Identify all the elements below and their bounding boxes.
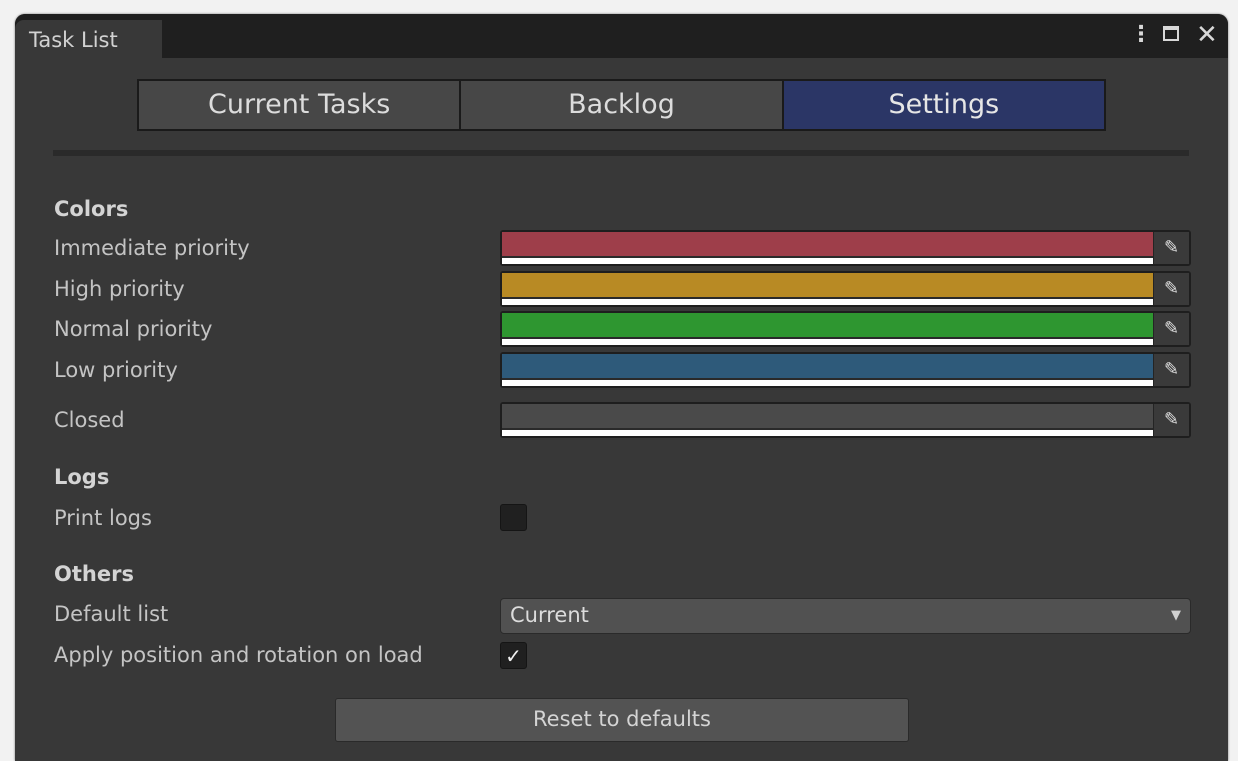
default-list-label: Default list <box>54 602 169 626</box>
eyedropper-icon[interactable]: ✎ <box>1153 232 1189 264</box>
others-header: Others <box>54 562 134 586</box>
color-swatch[interactable] <box>502 232 1154 256</box>
normal-priority-color-field[interactable]: ✎ <box>500 311 1191 347</box>
eyedropper-icon[interactable]: ✎ <box>1153 404 1189 436</box>
title-bar: Task List ⋮ ✕ <box>15 14 1228 58</box>
apply-position-label: Apply position and rotation on load <box>54 643 423 667</box>
alpha-bar <box>502 339 1154 345</box>
normal-priority-label: Normal priority <box>54 317 213 341</box>
alpha-bar <box>502 430 1154 436</box>
maximize-icon[interactable] <box>1163 26 1185 48</box>
alpha-bar <box>502 258 1154 264</box>
color-swatch[interactable] <box>502 354 1154 378</box>
divider <box>53 150 1189 156</box>
low-priority-label: Low priority <box>54 358 178 382</box>
low-priority-color-field[interactable]: ✎ <box>500 352 1191 388</box>
color-swatch[interactable] <box>502 273 1154 297</box>
view-toolbar: Current Tasks Backlog Settings <box>137 79 1106 131</box>
more-options-icon[interactable]: ⋮ <box>1130 20 1152 50</box>
alpha-bar <box>502 299 1154 305</box>
apply-position-checkbox[interactable]: ✓ <box>500 642 527 669</box>
immediate-priority-color-field[interactable]: ✎ <box>500 230 1191 266</box>
chevron-down-icon: ▼ <box>1171 608 1181 623</box>
closed-color-field[interactable]: ✎ <box>500 402 1191 438</box>
tab-current-tasks[interactable]: Current Tasks <box>139 81 462 129</box>
eyedropper-icon[interactable]: ✎ <box>1153 273 1189 305</box>
eyedropper-icon[interactable]: ✎ <box>1153 313 1189 345</box>
reset-to-defaults-button[interactable]: Reset to defaults <box>335 698 909 742</box>
alpha-bar <box>502 380 1154 386</box>
colors-header: Colors <box>54 197 129 221</box>
tab-backlog[interactable]: Backlog <box>461 81 784 129</box>
close-icon[interactable]: ✕ <box>1196 20 1218 50</box>
high-priority-label: High priority <box>54 277 185 301</box>
print-logs-label: Print logs <box>54 506 152 530</box>
closed-label: Closed <box>54 408 125 432</box>
window-tab-title[interactable]: Task List <box>15 20 162 58</box>
task-list-window: Task List ⋮ ✕ Current Tasks Backlog Sett… <box>15 14 1228 761</box>
print-logs-checkbox[interactable] <box>500 504 527 531</box>
color-swatch[interactable] <box>502 313 1154 337</box>
high-priority-color-field[interactable]: ✎ <box>500 271 1191 307</box>
immediate-priority-label: Immediate priority <box>54 236 250 260</box>
checkmark-icon: ✓ <box>505 644 522 668</box>
logs-header: Logs <box>54 465 110 489</box>
default-list-dropdown[interactable]: Current ▼ <box>500 598 1191 634</box>
default-list-value: Current <box>510 603 589 627</box>
eyedropper-icon[interactable]: ✎ <box>1153 354 1189 386</box>
color-swatch[interactable] <box>502 404 1154 428</box>
tab-settings[interactable]: Settings <box>783 81 1104 129</box>
